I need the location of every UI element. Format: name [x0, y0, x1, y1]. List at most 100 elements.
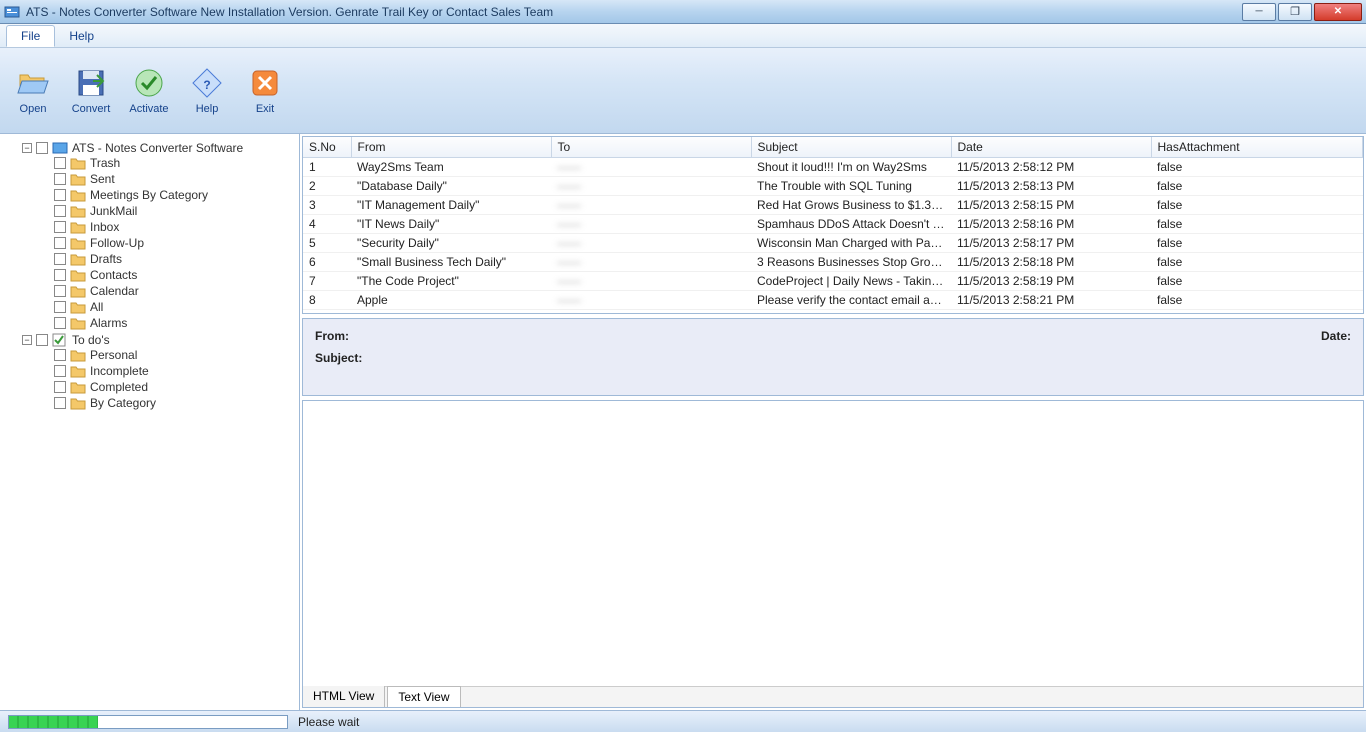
collapse-icon[interactable]: −: [22, 143, 32, 153]
checkbox[interactable]: [54, 349, 66, 361]
cell-has: false: [1151, 158, 1363, 177]
folder-tree-panel: − ATS - Notes Converter Software Trash Se…: [0, 134, 300, 710]
checkbox[interactable]: [54, 397, 66, 409]
cell-has: false: [1151, 177, 1363, 196]
cell-to: ——: [551, 310, 751, 314]
table-row[interactable]: 1Way2Sms Team ——Shout it loud!!! I'm on …: [303, 158, 1363, 177]
cell-date: 11/5/2013 2:58:15 PM: [951, 196, 1151, 215]
cell-subject: Shout it loud!!! I'm on Way2Sms: [751, 158, 951, 177]
col-to[interactable]: To: [551, 137, 751, 158]
app-node-icon: [52, 141, 68, 155]
checkbox[interactable]: [54, 189, 66, 201]
preview-subject-label: Subject:: [315, 351, 375, 365]
close-button[interactable]: ✕: [1314, 3, 1362, 21]
folder-icon: [70, 268, 86, 282]
tree-item[interactable]: Sent: [40, 172, 295, 186]
cell-from: "The Code Project": [351, 272, 551, 291]
activate-label: Activate: [129, 103, 168, 115]
tree-item[interactable]: Alarms: [40, 316, 295, 330]
tree-item[interactable]: Trash: [40, 156, 295, 170]
checkbox[interactable]: [54, 157, 66, 169]
folder-icon: [70, 396, 86, 410]
tree-item[interactable]: Incomplete: [40, 364, 295, 378]
table-row[interactable]: 8Apple ——Please verify the contact email…: [303, 291, 1363, 310]
open-button[interactable]: Open: [6, 52, 60, 129]
help-icon: ?: [191, 67, 223, 99]
tab-text-view[interactable]: Text View: [387, 686, 460, 707]
folder-icon: [70, 380, 86, 394]
checkbox[interactable]: [36, 334, 48, 346]
cell-to: ——: [551, 158, 751, 177]
tree-item-label: Inbox: [90, 220, 119, 234]
cell-sno: 3: [303, 196, 351, 215]
tree-item[interactable]: Contacts: [40, 268, 295, 282]
svg-text:?: ?: [203, 78, 210, 92]
cell-from: "Database Daily": [351, 177, 551, 196]
tree-item[interactable]: By Category: [40, 396, 295, 410]
checkbox[interactable]: [54, 237, 66, 249]
col-hasattachment[interactable]: HasAttachment: [1151, 137, 1363, 158]
tree-item[interactable]: All: [40, 300, 295, 314]
menu-file[interactable]: File: [6, 25, 55, 47]
checkbox[interactable]: [54, 381, 66, 393]
tree-item[interactable]: Drafts: [40, 252, 295, 266]
app-icon: [4, 4, 20, 20]
activate-button[interactable]: Activate: [122, 52, 176, 129]
checkbox[interactable]: [54, 205, 66, 217]
tree-item[interactable]: Inbox: [40, 220, 295, 234]
tree-todos-root[interactable]: − To do's: [22, 333, 295, 347]
tree-item[interactable]: JunkMail: [40, 204, 295, 218]
col-from[interactable]: From: [351, 137, 551, 158]
checkbox[interactable]: [54, 269, 66, 281]
checkbox[interactable]: [54, 173, 66, 185]
table-row[interactable]: 9Apple ——Please verify the contact email…: [303, 310, 1363, 314]
checkbox[interactable]: [54, 221, 66, 233]
tab-html-view[interactable]: HTML View: [303, 686, 385, 707]
table-row[interactable]: 5"Security Daily" ——Wisconsin Man Charge…: [303, 234, 1363, 253]
col-date[interactable]: Date: [951, 137, 1151, 158]
cell-from: Way2Sms Team: [351, 158, 551, 177]
cell-sno: 8: [303, 291, 351, 310]
table-row[interactable]: 4"IT News Daily" ——Spamhaus DDoS Attack …: [303, 215, 1363, 234]
preview-content[interactable]: [303, 401, 1363, 686]
cell-sno: 1: [303, 158, 351, 177]
cell-has: false: [1151, 215, 1363, 234]
table-row[interactable]: 2"Database Daily" ——The Trouble with SQL…: [303, 177, 1363, 196]
exit-button[interactable]: Exit: [238, 52, 292, 129]
checkbox[interactable]: [54, 285, 66, 297]
checkbox[interactable]: [36, 142, 48, 154]
tree-item[interactable]: Personal: [40, 348, 295, 362]
minimize-button[interactable]: ─: [1242, 3, 1276, 21]
tree-item[interactable]: Meetings By Category: [40, 188, 295, 202]
table-row[interactable]: 6"Small Business Tech Daily" ——3 Reasons…: [303, 253, 1363, 272]
tree-item[interactable]: Calendar: [40, 284, 295, 298]
table-row[interactable]: 7"The Code Project" ——CodeProject | Dail…: [303, 272, 1363, 291]
col-sno[interactable]: S.No: [303, 137, 351, 158]
collapse-icon[interactable]: −: [22, 335, 32, 345]
convert-button[interactable]: Convert: [64, 52, 118, 129]
checkbox[interactable]: [54, 365, 66, 377]
checkbox[interactable]: [54, 301, 66, 313]
progress-bar: [8, 715, 288, 729]
folder-icon: [70, 156, 86, 170]
grid-scroll[interactable]: S.No From To Subject Date HasAttachment …: [303, 137, 1363, 313]
checkbox[interactable]: [54, 317, 66, 329]
cell-to: ——: [551, 177, 751, 196]
checkbox[interactable]: [54, 253, 66, 265]
cell-has: false: [1151, 310, 1363, 314]
preview-body-panel: HTML View Text View: [302, 400, 1364, 708]
cell-from: "Small Business Tech Daily": [351, 253, 551, 272]
cell-sno: 6: [303, 253, 351, 272]
email-grid: S.No From To Subject Date HasAttachment …: [302, 136, 1364, 314]
folder-icon: [70, 284, 86, 298]
tree-item[interactable]: Follow-Up: [40, 236, 295, 250]
help-button[interactable]: ? Help: [180, 52, 234, 129]
tree-item[interactable]: Completed: [40, 380, 295, 394]
col-subject[interactable]: Subject: [751, 137, 951, 158]
menu-help[interactable]: Help: [55, 26, 108, 46]
maximize-button[interactable]: ❐: [1278, 3, 1312, 21]
table-row[interactable]: 3"IT Management Daily" ——Red Hat Grows B…: [303, 196, 1363, 215]
cell-date: 11/5/2013 2:58:18 PM: [951, 253, 1151, 272]
tree-root[interactable]: − ATS - Notes Converter Software: [22, 141, 295, 155]
tree-item-label: Contacts: [90, 268, 137, 282]
